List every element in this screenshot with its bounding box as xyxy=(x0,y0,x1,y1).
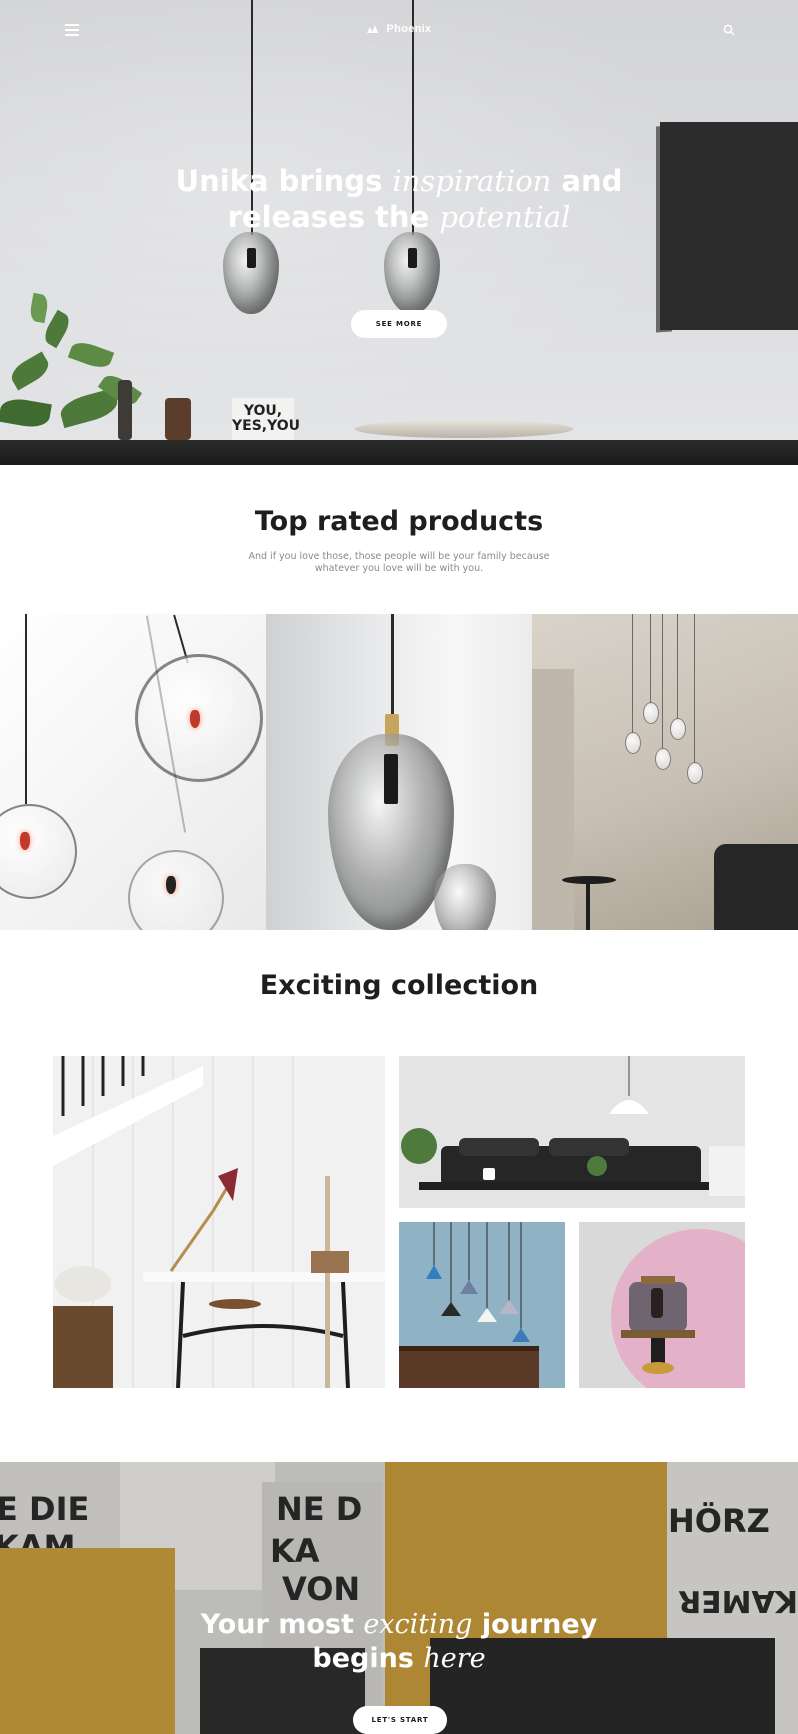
banner-overlay xyxy=(0,1462,798,1734)
lamp-cord xyxy=(25,614,27,804)
see-more-button[interactable]: SEE MORE xyxy=(351,310,447,338)
section-title-collection: Exciting collection xyxy=(259,970,539,1001)
collection-tile-living-room[interactable] xyxy=(399,1056,745,1208)
glass-pendant xyxy=(128,850,224,930)
lamp-cord xyxy=(694,614,695,764)
glass-pendant xyxy=(625,732,641,754)
collection-tile-workspace[interactable] xyxy=(53,1056,385,1388)
lets-start-button[interactable]: LET'S START xyxy=(353,1706,447,1734)
glass-pendant xyxy=(670,718,686,740)
lamp-cord xyxy=(677,614,678,719)
bottle xyxy=(118,380,132,440)
journey-banner: E DIE KAM NE D KA VON HÖRZ KAMER xyxy=(0,1462,798,1734)
side-table-leg xyxy=(586,882,590,930)
wall-pillar xyxy=(532,669,574,930)
collection-tile-table-lamp[interactable] xyxy=(579,1222,745,1388)
jar xyxy=(165,398,191,440)
hero-title: Unika brings inspiration and releases th… xyxy=(175,164,623,234)
product-tile-clear-glass-pendants[interactable] xyxy=(0,614,266,930)
bulb xyxy=(166,876,176,894)
lamp-cord xyxy=(632,614,633,734)
glass-pendant xyxy=(643,702,659,724)
smoked-glass-pendant xyxy=(434,864,496,930)
you-yes-you-sign: YOU, YES,YOU xyxy=(232,398,301,440)
living-room-illustration xyxy=(399,1056,745,1208)
top-navigation: Phoenix xyxy=(0,18,798,44)
section-title-top-rated: Top rated products xyxy=(254,506,544,537)
lamp-socket xyxy=(384,754,398,804)
collection-tile-colored-pendants[interactable] xyxy=(399,1222,565,1388)
lamp-cord xyxy=(650,614,651,704)
brand-logo[interactable]: Phoenix xyxy=(0,23,798,35)
driftwood xyxy=(355,420,573,438)
glass-pendant xyxy=(655,748,671,770)
leather-chair xyxy=(714,844,798,930)
section-subtitle: And if you love those, those people will… xyxy=(248,551,550,574)
lamp-socket xyxy=(408,248,417,268)
glass-pendant xyxy=(0,804,77,899)
table-lamp-illustration xyxy=(579,1222,745,1388)
product-tile-smoked-glass-pendant[interactable] xyxy=(266,614,532,930)
workspace-illustration xyxy=(53,1056,385,1388)
brand-name: Phoenix xyxy=(386,23,432,35)
sign-text-line: YES,YOU xyxy=(232,418,301,434)
lamp-cord xyxy=(391,614,394,719)
colored-pendants-illustration xyxy=(399,1222,565,1388)
hero-section: YOU, YES,YOU Phoenix Unika brings inspir… xyxy=(0,0,798,465)
brand-mark-icon xyxy=(366,25,378,34)
product-tile-cluster-chandelier[interactable] xyxy=(532,614,798,930)
lamp-cord xyxy=(662,614,663,749)
search-icon[interactable] xyxy=(723,24,735,36)
banner-title: Your most exciting journey begins here xyxy=(200,1609,598,1674)
lamp-socket xyxy=(247,248,256,268)
sign-text-line: YOU, xyxy=(243,403,283,419)
bulb xyxy=(190,710,200,728)
wall-shelf xyxy=(0,440,798,465)
bulb xyxy=(20,832,30,850)
glass-pendant xyxy=(687,762,703,784)
